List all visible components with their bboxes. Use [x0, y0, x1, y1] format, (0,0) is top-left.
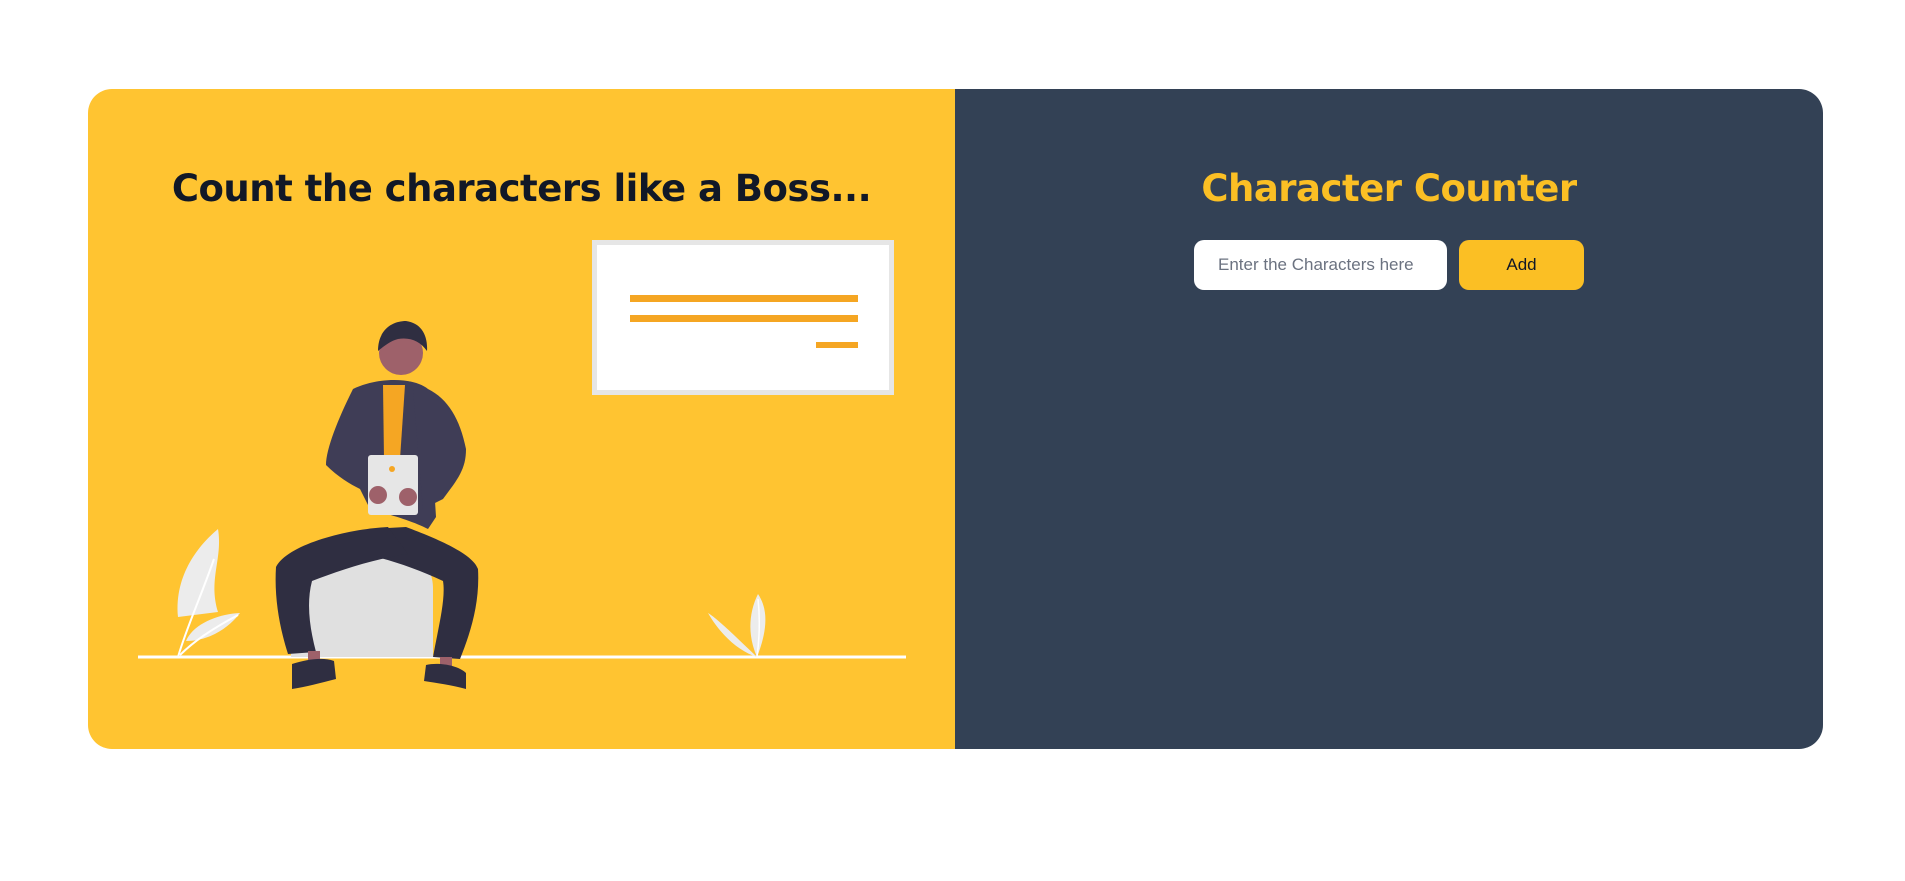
person-with-tablet-illustration: [138, 240, 906, 689]
person-body: [326, 321, 466, 529]
page: Count the characters like a Boss... Char…: [0, 0, 1905, 881]
tablet-icon: [368, 455, 418, 515]
characters-input[interactable]: [1194, 240, 1447, 290]
hero-panel: Count the characters like a Boss...: [88, 89, 955, 749]
main-card: Count the characters like a Boss... Char…: [88, 89, 1823, 749]
leaf-plant-icon: [708, 594, 766, 658]
whiteboard-icon: [592, 240, 894, 395]
counter-title: Character Counter: [1201, 167, 1577, 210]
leaf-plant-icon: [177, 529, 240, 658]
input-row: Add: [1194, 240, 1584, 290]
add-button[interactable]: Add: [1459, 240, 1584, 290]
counter-panel: Character Counter Add: [955, 89, 1823, 749]
